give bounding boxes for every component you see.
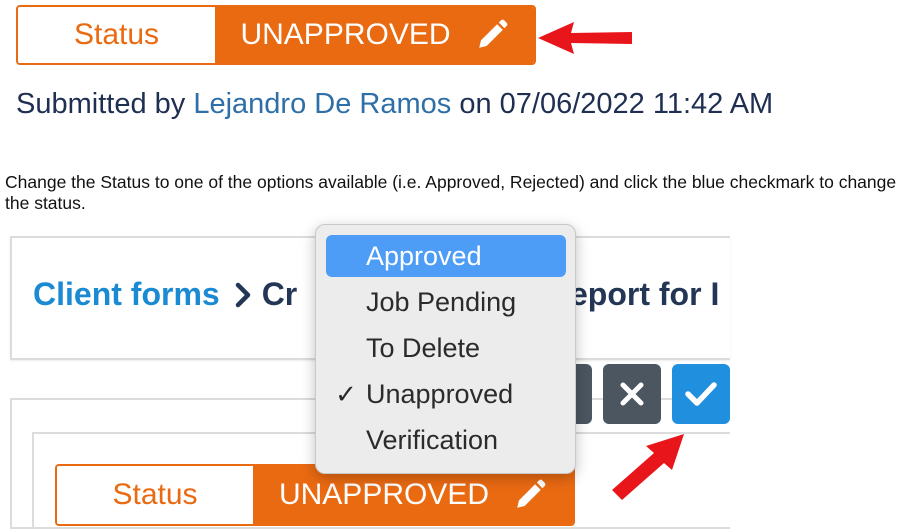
checkmark-icon [685, 382, 717, 406]
status-value-text: UNAPPROVED [240, 18, 451, 51]
dropdown-option-job-pending[interactable]: Job Pending [326, 281, 566, 323]
status-label: Status [18, 7, 215, 63]
option-label: Job Pending [366, 286, 517, 317]
option-label: Verification [366, 424, 499, 455]
status-dropdown-menu[interactable]: Approved Job Pending To Delete ✓ Unappro… [315, 224, 576, 474]
chevron-right-icon [234, 281, 252, 309]
arrow-icon [612, 434, 684, 500]
pencil-icon[interactable] [475, 18, 509, 52]
submitted-info: Submitted by Lejandro De Ramos on 07/06/… [16, 88, 773, 121]
checkmark-icon: ✓ [335, 378, 357, 409]
cancel-button[interactable] [603, 364, 661, 424]
x-icon [620, 382, 644, 406]
pencil-icon[interactable] [513, 478, 547, 512]
submitted-middle: on [459, 88, 492, 120]
confirm-button[interactable] [672, 364, 730, 424]
status-value-text: UNAPPROVED [278, 478, 490, 511]
arrow-icon [538, 22, 632, 54]
breadcrumb-current: Cr [261, 276, 298, 312]
instructions-text: Change the Status to one of the options … [5, 172, 897, 213]
submitter-name[interactable]: Lejandro De Ramos [193, 88, 451, 120]
option-label: Unapproved [366, 378, 514, 409]
breadcrumb-link-client-forms[interactable]: Client forms [33, 276, 220, 313]
option-label: To Delete [366, 332, 481, 363]
status-value[interactable]: UNAPPROVED [253, 466, 573, 524]
option-label: Approved [366, 240, 482, 271]
breadcrumb: Client forms Cr [33, 276, 297, 313]
dropdown-option-approved[interactable]: Approved [326, 235, 566, 277]
status-badge-top[interactable]: Status UNAPPROVED [16, 5, 536, 65]
dropdown-option-verification[interactable]: Verification [326, 419, 566, 461]
dropdown-option-unapproved[interactable]: ✓ Unapproved [326, 373, 566, 415]
breadcrumb-current-tail: eport for I [570, 276, 720, 312]
dropdown-option-to-delete[interactable]: To Delete [326, 327, 566, 369]
status-value[interactable]: UNAPPROVED [215, 7, 534, 63]
submitted-datetime: 07/06/2022 11:42 AM [499, 88, 774, 120]
submitted-prefix: Submitted by [16, 88, 186, 120]
status-label: Status [57, 466, 253, 524]
